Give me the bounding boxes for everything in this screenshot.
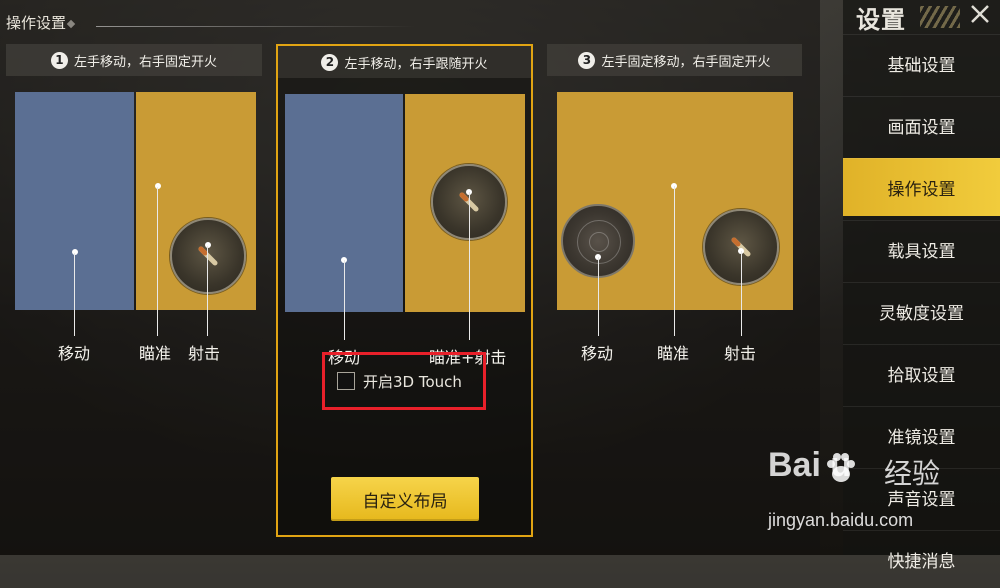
scheme-1-card[interactable]: 1 左手移动，右手固定开火 移动 瞄准 射击 [6,44,262,537]
aim-leader-line [157,187,158,336]
custom-layout-button[interactable]: 自定义布局 [331,477,479,521]
fire-label: 射击 [188,344,221,363]
sidebar-item-quick-message[interactable]: 快捷消息 [843,530,1000,588]
scheme-2-title: 左手移动，右手跟随开火 [344,56,488,72]
sidebar-item-vehicle[interactable]: 载具设置 [843,220,1000,278]
move-leader-line [74,253,75,336]
move-leader-line [344,260,345,340]
3d-touch-checkbox[interactable] [337,372,355,390]
move-label: 移动 [581,344,614,363]
joystick-center [589,232,609,252]
scheme-3-card[interactable]: 3 左手固定移动，右手固定开火 移动 瞄准 射击 [547,44,802,537]
page-title: 操作设置 [6,14,67,32]
header-divider [96,26,416,27]
sidebar-item-pickup[interactable]: 拾取设置 [843,344,1000,402]
move-leader-line [598,257,599,336]
move-label: 移动 [58,344,91,363]
close-icon[interactable] [968,2,992,26]
fire-leader-line [741,251,742,336]
scheme-1-header: 1 左手移动，右手固定开火 [6,44,262,76]
fire-button-preview [170,218,246,294]
scheme-2-card[interactable]: 2 左手移动，右手跟随开火 移动 瞄准+射击 [276,44,533,537]
sidebar-title: 设置 [856,6,906,34]
scheme-2-preview [285,94,525,312]
move-anchor-dot [72,249,78,255]
main-panel: 操作设置 1 左手移动，右手固定开火 移动 瞄准 射击 2 左手移动，右手跟随开… [0,0,820,555]
aim-label: 瞄准 [139,344,172,363]
scheme-3-preview [557,92,793,310]
scheme-2-header: 2 左手移动，右手跟随开火 [278,46,531,78]
scheme-number-badge: 2 [321,53,339,71]
sidebar-item-sensitivity[interactable]: 灵敏度设置 [843,282,1000,340]
scheme-1-title: 左手移动，右手固定开火 [73,54,217,70]
sidebar-item-graphics[interactable]: 画面设置 [843,96,1000,154]
fire-label: 射击 [724,344,757,363]
watermark-url: jingyan.baidu.com [768,510,914,530]
scheme-3-title: 左手固定移动，右手固定开火 [601,54,771,70]
3d-touch-label[interactable]: 开启3D Touch [363,371,462,392]
scheme-3-header: 3 左手固定移动，右手固定开火 [547,44,802,76]
aim-fire-leader-line [469,192,470,340]
title-stripes [920,6,960,28]
fire-anchor-dot [205,242,211,248]
aim-leader-line [674,186,675,336]
sidebar-item-basic[interactable]: 基础设置 [843,34,1000,92]
aim-anchor-dot [155,183,161,189]
paw-icon [827,453,855,482]
scheme-number-badge: 1 [50,51,68,69]
scheme-1-preview [15,92,256,310]
sidebar-item-controls[interactable]: 操作设置 [843,158,1000,216]
scheme-number-badge: 3 [578,51,596,69]
fire-leader-line [207,246,208,336]
header-diamond [66,19,76,29]
watermark-brand: 经验 [884,457,941,490]
aim-label: 瞄准 [657,344,690,363]
